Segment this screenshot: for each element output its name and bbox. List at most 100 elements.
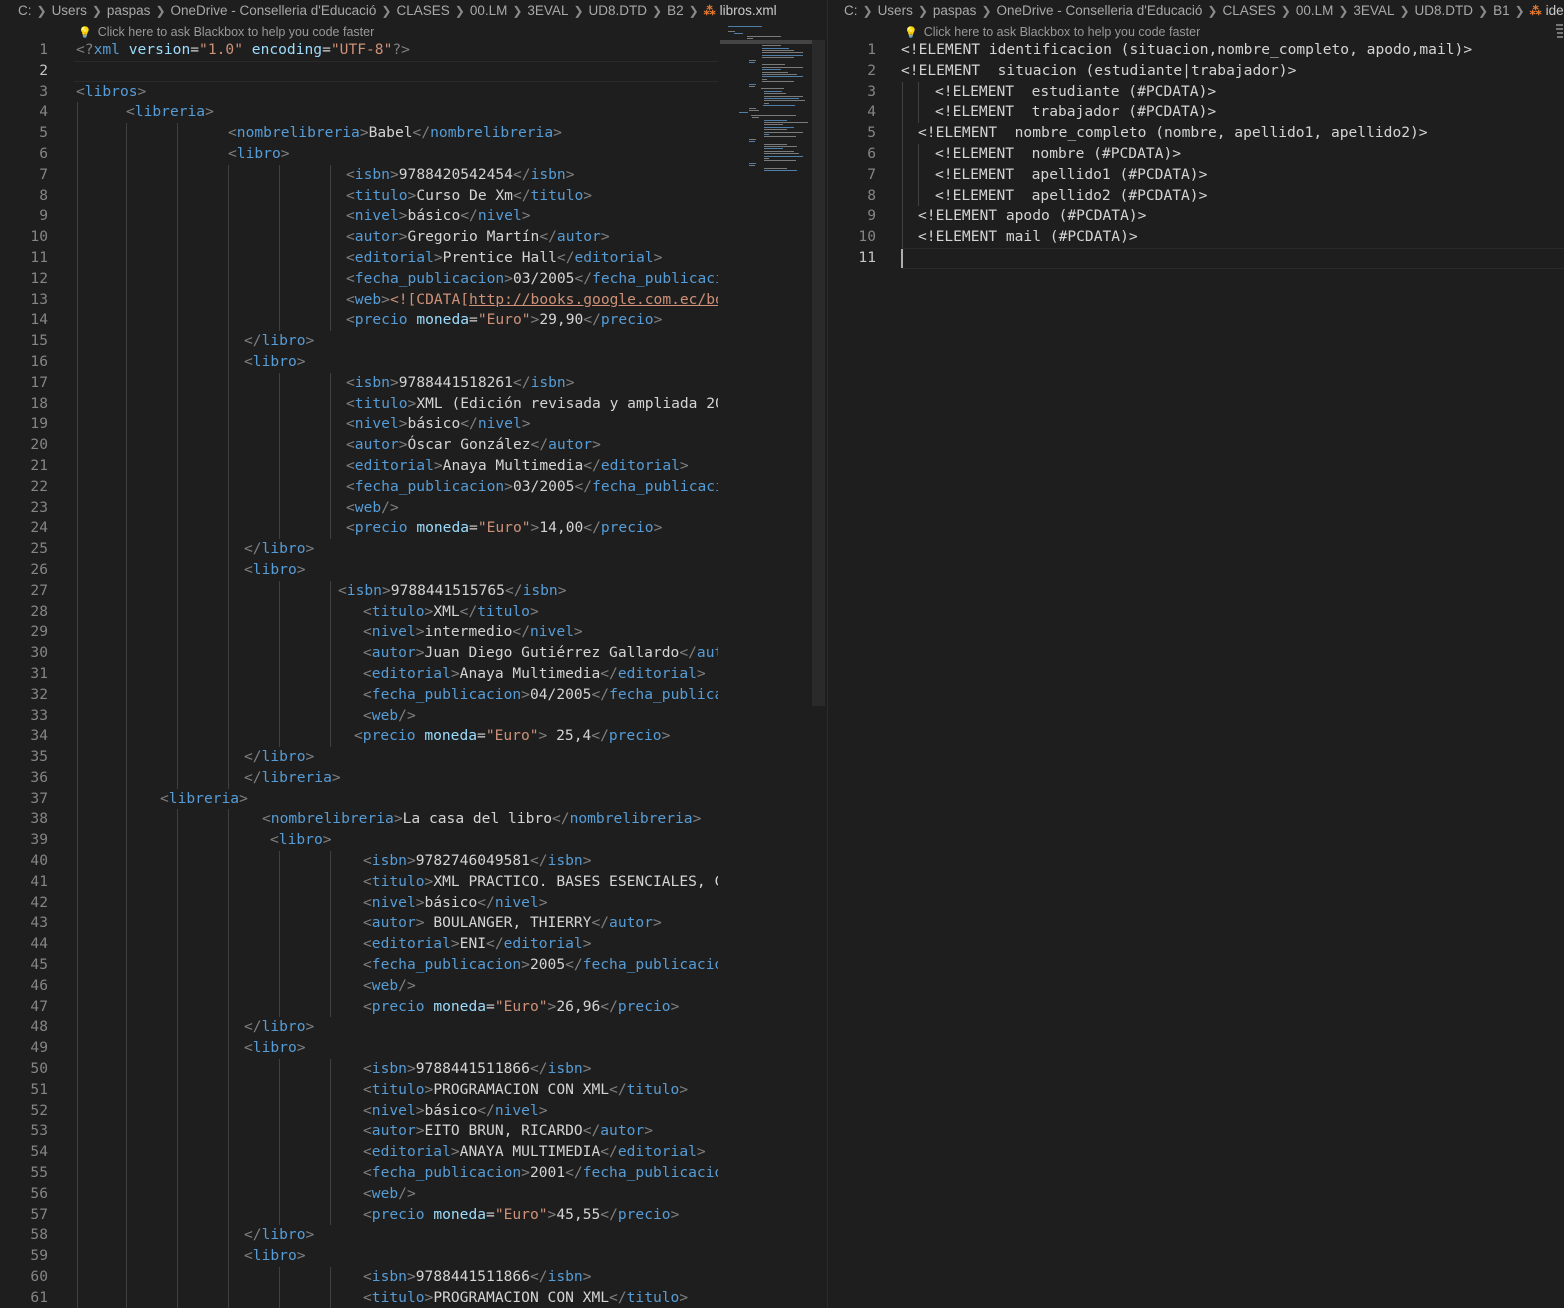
code-line[interactable]: 15 </libro> [0, 331, 718, 352]
code-line[interactable]: 47 <precio moneda="Euro">26,96</precio> [0, 996, 718, 1018]
breadcrumb-item[interactable]: paspas [933, 3, 977, 18]
code-line[interactable]: 34 <precio moneda="Euro"> 25,4</precio> [0, 726, 718, 748]
code-text[interactable]: <editorial>Anaya Multimedia</editorial> [363, 664, 706, 685]
code-line[interactable]: 9 <nivel>básico</nivel> [0, 206, 718, 228]
breadcrumb-item[interactable]: 00.LM [470, 3, 508, 18]
code-line[interactable]: 17 <isbn>9788441518261</isbn> [0, 372, 718, 394]
code-line[interactable]: 49 <libro> [0, 1038, 718, 1060]
breadcrumb-item[interactable]: paspas [107, 3, 151, 18]
code-text[interactable]: <autor>Gregorio Martín</autor> [346, 227, 610, 248]
breadcrumb-item[interactable]: CLASES [396, 3, 449, 18]
code-text[interactable]: <nivel>básico</nivel> [346, 414, 531, 435]
code-line[interactable]: 18 <titulo>XML (Edición revisada y amplia… [0, 393, 718, 415]
hint-text[interactable]: Click here to ask Blackbox to help you c… [98, 25, 375, 39]
code-text[interactable]: <libreria> [126, 102, 214, 123]
code-editor-dtd[interactable]: 1 <!ELEMENT identificacion (situacion,nom… [828, 40, 1564, 1308]
code-text[interactable]: </libreria> [244, 768, 341, 789]
code-line[interactable]: 27 <isbn>9788441515765</isbn> [0, 580, 718, 602]
code-text[interactable]: <!ELEMENT nombre (#PCDATA)> [935, 144, 1181, 165]
code-text[interactable]: <libros> [76, 82, 146, 103]
code-line[interactable]: 4 <!ELEMENT trabajador (#PCDATA)> [828, 102, 1564, 124]
code-text[interactable]: <titulo>XML PRACTICO. BASES ESENCIALES, … [363, 872, 718, 893]
code-text[interactable]: <!ELEMENT mail (#PCDATA)> [918, 227, 1138, 248]
code-line[interactable]: 3 <!ELEMENT estudiante (#PCDATA)> [828, 81, 1564, 103]
code-text[interactable]: <fecha_publicacion>2001</fecha_publicaci… [363, 1163, 718, 1184]
code-line[interactable]: 57 <precio moneda="Euro">45,55</precio> [0, 1204, 718, 1226]
code-text[interactable]: <nivel>básico</nivel> [346, 206, 531, 227]
code-line[interactable]: 37 <libreria> [0, 788, 718, 810]
code-text[interactable]: </libro> [244, 1017, 314, 1038]
code-line[interactable]: 40 <isbn>9782746049581</isbn> [0, 851, 718, 872]
code-text[interactable]: <libro> [270, 830, 332, 851]
breadcrumb-item[interactable]: UD8.DTD [1415, 3, 1474, 18]
code-text[interactable]: <nombrelibreria>La casa del libro</nombr… [262, 809, 701, 830]
code-line[interactable]: 16 <libro> [0, 351, 718, 373]
code-text[interactable]: <libro> [244, 1246, 306, 1267]
code-text[interactable]: <!ELEMENT trabajador (#PCDATA)> [935, 102, 1216, 123]
code-line[interactable]: 25 </libro> [0, 539, 718, 560]
code-line[interactable]: 53 <autor>EITO BRUN, RICARDO</autor> [0, 1121, 718, 1143]
code-line[interactable]: 42 <nivel>básico</nivel> [0, 892, 718, 914]
code-line[interactable]: 23 <web/> [0, 497, 718, 519]
code-text[interactable]: <precio moneda="Euro">45,55</precio> [363, 1205, 679, 1226]
code-editor-xml[interactable]: 1 <?xml version="1.0" encoding="UTF-8"?> 2… [0, 40, 718, 1308]
code-text[interactable]: <editorial>ANAYA MULTIMEDIA</editorial> [363, 1142, 706, 1163]
code-text[interactable]: <?xml version="1.0" encoding="UTF-8"?> [76, 40, 410, 61]
breadcrumb-item[interactable]: B1 [1493, 3, 1510, 18]
code-line[interactable]: 21 <editorial>Anaya Multimedia</editorial… [0, 455, 718, 477]
code-text[interactable]: </libro> [244, 1225, 314, 1246]
code-line[interactable]: 43 <autor> BOULANGER, THIERRY</autor> [0, 913, 718, 935]
code-text[interactable]: <libro> [244, 560, 306, 581]
code-text[interactable]: <isbn>9788441518261</isbn> [346, 373, 575, 394]
breadcrumb-item[interactable]: B2 [667, 3, 684, 18]
blackbox-hint[interactable]: 💡 Click here to ask Blackbox to help you … [904, 22, 1200, 42]
code-line[interactable]: 7 <!ELEMENT apellido1 (#PCDATA)> [828, 164, 1564, 186]
code-text[interactable]: <titulo>Curso De Xm</titulo> [346, 186, 592, 207]
code-text[interactable]: <editorial>Prentice Hall</editorial> [346, 248, 662, 269]
code-line[interactable]: 14 <precio moneda="Euro">29,90</precio> [0, 310, 718, 332]
code-line[interactable]: 44 <editorial>ENI</editorial> [0, 934, 718, 956]
code-text[interactable]: <fecha_publicacion>03/2005</fecha_public… [346, 269, 718, 290]
code-text[interactable]: <libreria> [160, 789, 248, 810]
code-line[interactable]: 52 <nivel>básico</nivel> [0, 1100, 718, 1122]
code-line[interactable]: 50 <isbn>9788441511866</isbn> [0, 1059, 718, 1080]
code-text[interactable]: <precio moneda="Euro">14,00</precio> [346, 518, 662, 539]
scrollbar-thumb[interactable] [812, 40, 825, 706]
blackbox-hint[interactable]: 💡 Click here to ask Blackbox to help you … [78, 22, 374, 42]
code-line[interactable]: 11 [828, 247, 1564, 269]
code-line[interactable]: 24 <precio moneda="Euro">14,00</precio> [0, 518, 718, 540]
code-text[interactable]: <web/> [346, 498, 399, 519]
breadcrumb-file[interactable]: libros.xml [720, 3, 777, 18]
code-text[interactable]: <web/> [363, 1184, 416, 1205]
minimap[interactable] [1556, 22, 1564, 44]
code-text[interactable]: <precio moneda="Euro">29,90</precio> [346, 310, 662, 331]
code-line[interactable]: 3 <libros> [0, 82, 718, 103]
code-text[interactable]: <web/> [363, 976, 416, 997]
code-text[interactable]: <editorial>Anaya Multimedia</editorial> [346, 456, 689, 477]
breadcrumb-file[interactable]: identificacion.dtd [1546, 3, 1564, 18]
code-line[interactable]: 56 <web/> [0, 1183, 718, 1205]
minimap-slider[interactable] [720, 40, 812, 44]
code-text[interactable]: <!ELEMENT identificacion (situacion,nomb… [901, 40, 1472, 61]
code-line[interactable]: 45 <fecha_publicacion>2005</fecha_publica… [0, 955, 718, 976]
code-text[interactable]: <isbn>9782746049581</isbn> [363, 851, 592, 872]
code-text[interactable]: <titulo>XML</titulo> [363, 602, 539, 623]
code-line[interactable]: 8 <titulo>Curso De Xm</titulo> [0, 185, 718, 207]
code-line[interactable]: 5 <!ELEMENT nombre_completo (nombre, apel… [828, 123, 1564, 144]
code-line[interactable]: 5 <nombrelibreria>Babel</nombrelibreria> [0, 123, 718, 144]
code-line[interactable]: 4 <libreria> [0, 102, 718, 124]
code-text[interactable]: <!ELEMENT apodo (#PCDATA)> [918, 206, 1146, 227]
code-text[interactable]: <web/> [363, 706, 416, 727]
code-text[interactable]: <libro> [244, 1038, 306, 1059]
code-text[interactable]: <editorial>ENI</editorial> [363, 934, 591, 955]
breadcrumb-item[interactable]: 3EVAL [1353, 3, 1394, 18]
code-line[interactable]: 7 <isbn>9788420542454</isbn> [0, 164, 718, 186]
code-line[interactable]: 61 <titulo>PROGRAMACION CON XML</titulo> [0, 1287, 718, 1308]
breadcrumb-item[interactable]: C: [18, 3, 32, 18]
code-text[interactable]: <titulo>XML (Edición revisada y ampliada… [346, 394, 718, 415]
code-text[interactable]: <!ELEMENT apellido2 (#PCDATA)> [935, 186, 1207, 207]
code-text[interactable]: <nivel>intermedio</nivel> [363, 622, 583, 643]
code-line[interactable]: 28 <titulo>XML</titulo> [0, 601, 718, 623]
code-text[interactable]: <!ELEMENT estudiante (#PCDATA)> [935, 82, 1216, 103]
code-line[interactable]: 55 <fecha_publicacion>2001</fecha_publica… [0, 1163, 718, 1184]
